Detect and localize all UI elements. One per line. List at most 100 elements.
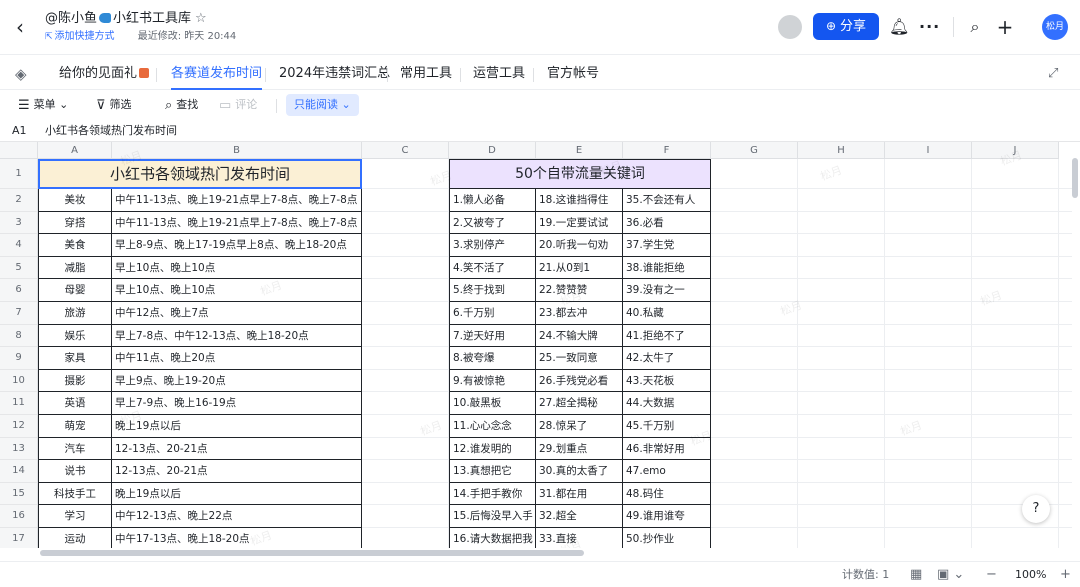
domain-cell[interactable]: 减脂	[38, 256, 112, 280]
keyword-cell[interactable]: 30.真的太香了	[536, 460, 623, 483]
row-header-12[interactable]: 12	[0, 415, 38, 438]
spreadsheet-grid[interactable]: A B C D E F G H I J 1 2 3 4 5 6 7 8 9 10 11 12 13 14 15 16 17 小红书各领…	[0, 142, 1072, 548]
domain-cell[interactable]: 美妆	[38, 189, 112, 212]
keyword-cell[interactable]: 25.一致同意	[536, 347, 623, 370]
layout-icon[interactable]: ▣ ⌄	[937, 562, 964, 587]
column-header-a[interactable]: A	[38, 142, 112, 159]
tab-ops-tools[interactable]: 运营工具	[473, 65, 525, 90]
domain-cell[interactable]: 娱乐	[38, 324, 112, 348]
find-button[interactable]: ⌕ 查找	[165, 97, 198, 114]
select-all-corner[interactable]	[0, 142, 38, 159]
row-header-17[interactable]: 17	[0, 528, 38, 548]
help-icon[interactable]: ?	[1022, 495, 1050, 523]
column-header-d[interactable]: D	[449, 142, 536, 159]
row-header-5[interactable]: 5	[0, 256, 38, 280]
keyword-cell[interactable]: 22.赞赞赞	[536, 279, 623, 302]
keyword-cell[interactable]: 45.千万别	[623, 415, 711, 438]
vertical-scrollbar[interactable]	[1072, 158, 1078, 198]
time-cell[interactable]: 中午11-13点、晚上19-21点早上7-8点、晚上7-8点	[112, 211, 362, 235]
keyword-cell[interactable]: 35.不会还有人	[623, 189, 711, 212]
cell-reference[interactable]: A1	[12, 120, 27, 142]
keyword-cell[interactable]: 42.太牛了	[623, 347, 711, 370]
keyword-cell[interactable]: 31.都在用	[536, 482, 623, 506]
time-cell[interactable]: 中午11-13点、晚上19-21点早上7-8点、晚上7-8点	[112, 189, 362, 212]
keyword-cell[interactable]: 44.大数据	[623, 392, 711, 415]
keyword-cell[interactable]: 1.懒人必备	[449, 189, 536, 212]
keyword-cell[interactable]: 11.心心念念	[449, 415, 536, 438]
keyword-cell[interactable]: 32.超全	[536, 505, 623, 528]
share-button[interactable]: ⊕ 分享	[813, 13, 879, 40]
keyword-cell[interactable]: 4.笑不活了	[449, 256, 536, 280]
domain-cell[interactable]: 科技手工	[38, 482, 112, 506]
layers-icon[interactable]: ◈	[15, 65, 27, 83]
keyword-cell[interactable]: 8.被夸爆	[449, 347, 536, 370]
column-header-f[interactable]: F	[623, 142, 711, 159]
readonly-dropdown[interactable]: 只能阅读 ⌄	[286, 94, 359, 116]
row-header-7[interactable]: 7	[0, 302, 38, 325]
domain-cell[interactable]: 美食	[38, 234, 112, 257]
keyword-cell[interactable]: 20.听我一句劝	[536, 234, 623, 257]
time-cell[interactable]: 早上10点、晚上10点	[112, 279, 362, 302]
keyword-cell[interactable]: 28.惊呆了	[536, 415, 623, 438]
row-header-14[interactable]: 14	[0, 460, 38, 483]
more-icon[interactable]: ···	[919, 17, 939, 37]
domain-cell[interactable]: 旅游	[38, 302, 112, 325]
keyword-cell[interactable]: 24.不输大牌	[536, 324, 623, 348]
back-icon[interactable]: ‹	[16, 17, 34, 37]
column-header-h[interactable]: H	[798, 142, 885, 159]
tab-publish-time[interactable]: 各赛道发布时间	[171, 65, 263, 90]
keyword-cell[interactable]: 19.一定要试试	[536, 211, 623, 235]
keyword-cell[interactable]: 43.天花板	[623, 369, 711, 393]
keyword-cell[interactable]: 14.手把手教你	[449, 482, 536, 506]
keyword-cell[interactable]: 50.抄作业	[623, 528, 711, 548]
row-header-8[interactable]: 8	[0, 324, 38, 348]
expand-icon[interactable]: ⤢	[1048, 66, 1058, 81]
tab-common-tools[interactable]: 常用工具	[400, 65, 452, 90]
domain-cell[interactable]: 汽车	[38, 437, 112, 461]
row-header-10[interactable]: 10	[0, 369, 38, 393]
keyword-cell[interactable]: 23.都去冲	[536, 302, 623, 325]
time-cell[interactable]: 12-13点、20-21点	[112, 460, 362, 483]
domain-cell[interactable]: 说书	[38, 460, 112, 483]
keyword-cell[interactable]: 6.千万别	[449, 302, 536, 325]
keyword-cell[interactable]: 12.谁发明的	[449, 437, 536, 461]
column-header-e[interactable]: E	[536, 142, 623, 159]
filter-button[interactable]: ⊽ 筛选	[96, 97, 132, 114]
zoom-level[interactable]: 100%	[1015, 562, 1046, 587]
time-cell[interactable]: 早上8-9点、晚上17-19点早上8点、晚上18-20点	[112, 234, 362, 257]
plus-icon[interactable]: +	[995, 17, 1015, 37]
keyword-cell[interactable]: 36.必看	[623, 211, 711, 235]
keyword-cell[interactable]: 38.谁能拒绝	[623, 256, 711, 280]
keyword-cell[interactable]: 18.这谁挡得住	[536, 189, 623, 212]
domain-cell[interactable]: 运动	[38, 528, 112, 548]
row-header-11[interactable]: 11	[0, 392, 38, 415]
formula-value[interactable]: 小红书各领域热门发布时间	[45, 120, 177, 142]
tab-official-accounts[interactable]: 官方帐号	[547, 65, 599, 90]
comment-button[interactable]: ▭ 评论	[219, 97, 257, 114]
keyword-cell[interactable]: 41.拒绝不了	[623, 324, 711, 348]
grid-view-icon[interactable]: ▦	[910, 562, 922, 587]
column-header-b[interactable]: B	[112, 142, 362, 159]
keyword-cell[interactable]: 33.直接	[536, 528, 623, 548]
column-header-g[interactable]: G	[711, 142, 798, 159]
keyword-cell[interactable]: 49.谁用谁夸	[623, 505, 711, 528]
star-icon[interactable]: ☆	[195, 11, 207, 26]
row-header-15[interactable]: 15	[0, 482, 38, 506]
row-header-3[interactable]: 3	[0, 211, 38, 235]
time-cell[interactable]: 中午12-13点、晚上22点	[112, 505, 362, 528]
bell-icon[interactable]: 🔔︎	[889, 17, 909, 37]
horizontal-scrollbar[interactable]	[40, 550, 584, 556]
column-header-c[interactable]: C	[362, 142, 449, 159]
keyword-cell[interactable]: 3.求别停产	[449, 234, 536, 257]
keyword-cell[interactable]: 26.手残党必看	[536, 369, 623, 393]
time-cell[interactable]: 中午11点、晚上20点	[112, 347, 362, 370]
collaborator-avatar[interactable]	[778, 15, 802, 39]
domain-cell[interactable]: 英语	[38, 392, 112, 415]
tab-welcome-gift[interactable]: 给你的见面礼	[59, 65, 150, 90]
time-cell[interactable]: 早上10点、晚上10点	[112, 256, 362, 280]
time-cell[interactable]: 中午12点、晚上7点	[112, 302, 362, 325]
time-cell[interactable]: 中午17-13点、晚上18-20点	[112, 528, 362, 548]
keyword-cell[interactable]: 40.私藏	[623, 302, 711, 325]
keyword-cell[interactable]: 9.有被惊艳	[449, 369, 536, 393]
row-header-16[interactable]: 16	[0, 505, 38, 528]
